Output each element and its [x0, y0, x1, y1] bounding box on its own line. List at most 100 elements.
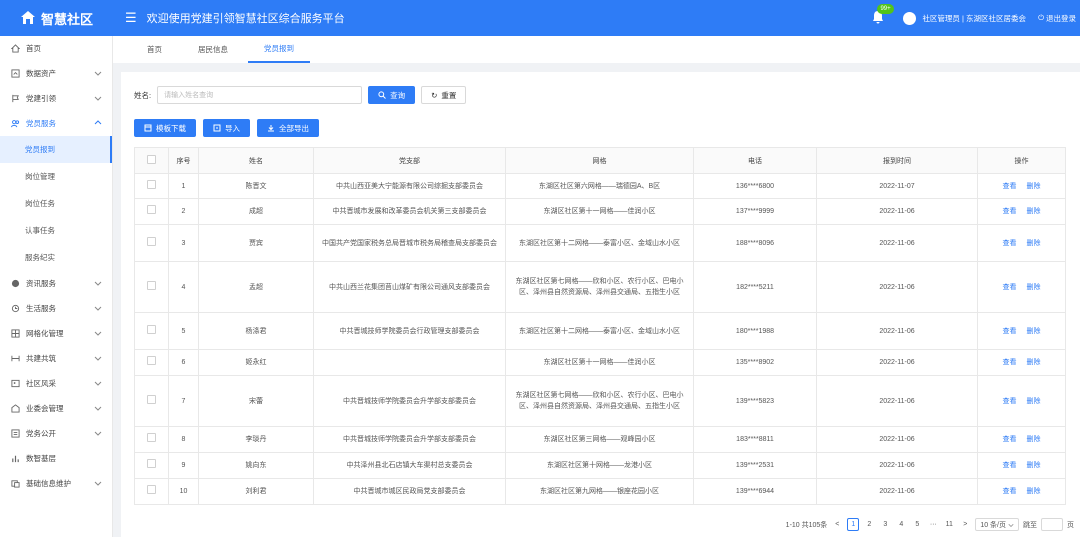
page-button-2[interactable]: 2	[863, 518, 875, 531]
flag-icon	[10, 94, 20, 104]
cell-grid: 东湖区社区第七网格——欣和小区、农行小区、巴电小区、泽州县自然资源局、泽州县交通…	[505, 375, 694, 427]
cell-date: 2022-11-06	[816, 261, 978, 313]
sidebar-item-data-assets[interactable]: 数据资产	[0, 61, 112, 86]
select-all-cell	[134, 147, 169, 174]
cell-no: 1	[168, 173, 199, 199]
cell-phone: 139****5823	[693, 375, 817, 427]
page-button-11[interactable]: 11	[943, 518, 955, 531]
cell-actions: 查看 删除	[977, 349, 1066, 376]
tab-resident-info[interactable]: 居民信息	[182, 36, 244, 63]
main-panel: 姓名: 查询 ↻ 重置 模板下载 导入 全部导出	[121, 72, 1080, 537]
prev-page-button[interactable]: <	[831, 518, 843, 531]
view-link[interactable]: 查看	[1003, 398, 1017, 405]
app-logo[interactable]: 智慧社区	[0, 0, 113, 36]
notification-bell-icon[interactable]: 99+	[871, 4, 894, 26]
query-button[interactable]: 查询	[368, 86, 416, 104]
cell-name: 陈晋文	[198, 173, 314, 199]
view-link[interactable]: 查看	[1003, 208, 1017, 215]
menu-toggle-icon[interactable]: ☰	[125, 10, 137, 26]
reset-button[interactable]: ↻ 重置	[421, 86, 467, 104]
goto-page-input[interactable]	[1041, 518, 1063, 531]
page-button-5[interactable]: 5	[911, 518, 923, 531]
page-button-1[interactable]: 1	[847, 518, 860, 531]
delete-link[interactable]: 删除	[1027, 488, 1041, 495]
view-link[interactable]: 查看	[1003, 328, 1017, 335]
import-button[interactable]: 导入	[203, 119, 250, 137]
cell-phone: 135****8902	[693, 349, 817, 376]
sidebar-item-party-lead[interactable]: 党建引领	[0, 86, 112, 111]
col-header-name: 姓名	[198, 147, 314, 174]
page-size-select[interactable]: 10 条/页	[975, 518, 1019, 531]
sidebar-subitem-member-report[interactable]: 党员报到	[0, 136, 112, 163]
cell-actions: 查看 删除	[977, 173, 1066, 199]
view-link[interactable]: 查看	[1003, 240, 1017, 247]
delete-link[interactable]: 删除	[1027, 398, 1041, 405]
delete-link[interactable]: 删除	[1027, 183, 1041, 190]
sidebar-item-label: 共建共筑	[26, 354, 56, 363]
cell-date: 2022-11-06	[816, 312, 978, 350]
name-label: 姓名:	[134, 90, 152, 100]
sidebar-item-label: 基础信息维护	[26, 479, 71, 488]
sidebar-item-smart-base[interactable]: 数智基层	[0, 446, 112, 471]
sidebar-item-label: 党务公开	[26, 429, 56, 438]
template-download-button[interactable]: 模板下载	[134, 119, 196, 137]
row-checkbox[interactable]	[147, 394, 156, 404]
sidebar-subitem-service-record[interactable]: 服务纪实	[0, 244, 112, 271]
sidebar-subitem-post-manage[interactable]: 岗位管理	[0, 163, 112, 190]
delete-link[interactable]: 删除	[1027, 462, 1041, 469]
tab-member-report[interactable]: 党员报到	[248, 36, 310, 63]
sidebar-item-label: 数智基层	[26, 454, 56, 463]
view-link[interactable]: 查看	[1003, 183, 1017, 190]
sidebar-item-committee[interactable]: 业委会管理	[0, 396, 112, 421]
row-checkbox[interactable]	[147, 485, 156, 494]
row-checkbox[interactable]	[147, 280, 156, 290]
view-link[interactable]: 查看	[1003, 436, 1017, 443]
name-search-input[interactable]	[157, 86, 363, 104]
delete-link[interactable]: 删除	[1027, 359, 1041, 366]
sidebar-item-news[interactable]: 资讯服务	[0, 271, 112, 296]
sidebar-subitem-claim-task[interactable]: 认事任务	[0, 217, 112, 244]
row-checkbox[interactable]	[147, 179, 156, 189]
page-button-3[interactable]: 3	[879, 518, 891, 531]
sidebar-item-member-service[interactable]: 党员服务	[0, 111, 112, 136]
sidebar-item-basic-info[interactable]: 基础信息维护	[0, 471, 112, 496]
view-link[interactable]: 查看	[1003, 488, 1017, 495]
cell-phone: 188****8096	[693, 224, 817, 262]
sidebar-item-co-build[interactable]: 共建共筑	[0, 346, 112, 371]
row-checkbox[interactable]	[147, 236, 156, 246]
select-all-checkbox[interactable]	[147, 155, 156, 164]
next-page-button[interactable]: >	[959, 518, 971, 531]
row-checkbox[interactable]	[147, 433, 156, 442]
row-checkbox[interactable]	[147, 356, 156, 365]
view-link[interactable]: 查看	[1003, 359, 1017, 366]
page-button-4[interactable]: 4	[895, 518, 907, 531]
tab-home[interactable]: 首页	[131, 36, 178, 63]
table-body: 1 陈晋文 中共山西亚美大宁能源有限公司综掘支部委员会 东湖区社区第六网格——瑞德园A…	[134, 173, 1066, 505]
view-link[interactable]: 查看	[1003, 284, 1017, 291]
delete-link[interactable]: 删除	[1027, 328, 1041, 335]
sidebar-item-life[interactable]: 生活服务	[0, 296, 112, 321]
export-all-button[interactable]: 全部导出	[257, 119, 319, 137]
logout-button[interactable]: ⏻ 退出登录	[1038, 13, 1076, 24]
sidebar-item-party-public[interactable]: 党务公开	[0, 421, 112, 446]
page-ellipsis[interactable]: ···	[927, 518, 939, 531]
delete-link[interactable]: 删除	[1027, 208, 1041, 215]
row-checkbox[interactable]	[147, 459, 156, 468]
delete-link[interactable]: 删除	[1027, 436, 1041, 443]
user-info[interactable]: 社区管理员 | 东湖区社区居委会	[922, 13, 1026, 24]
logout-label: 退出登录	[1046, 13, 1076, 23]
sidebar-item-community-style[interactable]: 社区风采	[0, 371, 112, 396]
view-link[interactable]: 查看	[1003, 462, 1017, 469]
sidebar-subitem-post-task[interactable]: 岗位任务	[0, 190, 112, 217]
avatar[interactable]	[903, 11, 917, 25]
row-checkbox[interactable]	[147, 205, 156, 214]
export-all-label: 全部导出	[279, 123, 309, 133]
row-checkbox[interactable]	[147, 324, 156, 334]
sidebar-item-home[interactable]: 首页	[0, 36, 112, 61]
sidebar-item-grid-manage[interactable]: 网格化管理	[0, 321, 112, 346]
cell-name: 姬永红	[198, 349, 314, 376]
delete-link[interactable]: 删除	[1027, 240, 1041, 247]
reset-button-label: 重置	[441, 90, 457, 100]
delete-link[interactable]: 删除	[1027, 284, 1041, 291]
life-icon	[10, 304, 20, 314]
